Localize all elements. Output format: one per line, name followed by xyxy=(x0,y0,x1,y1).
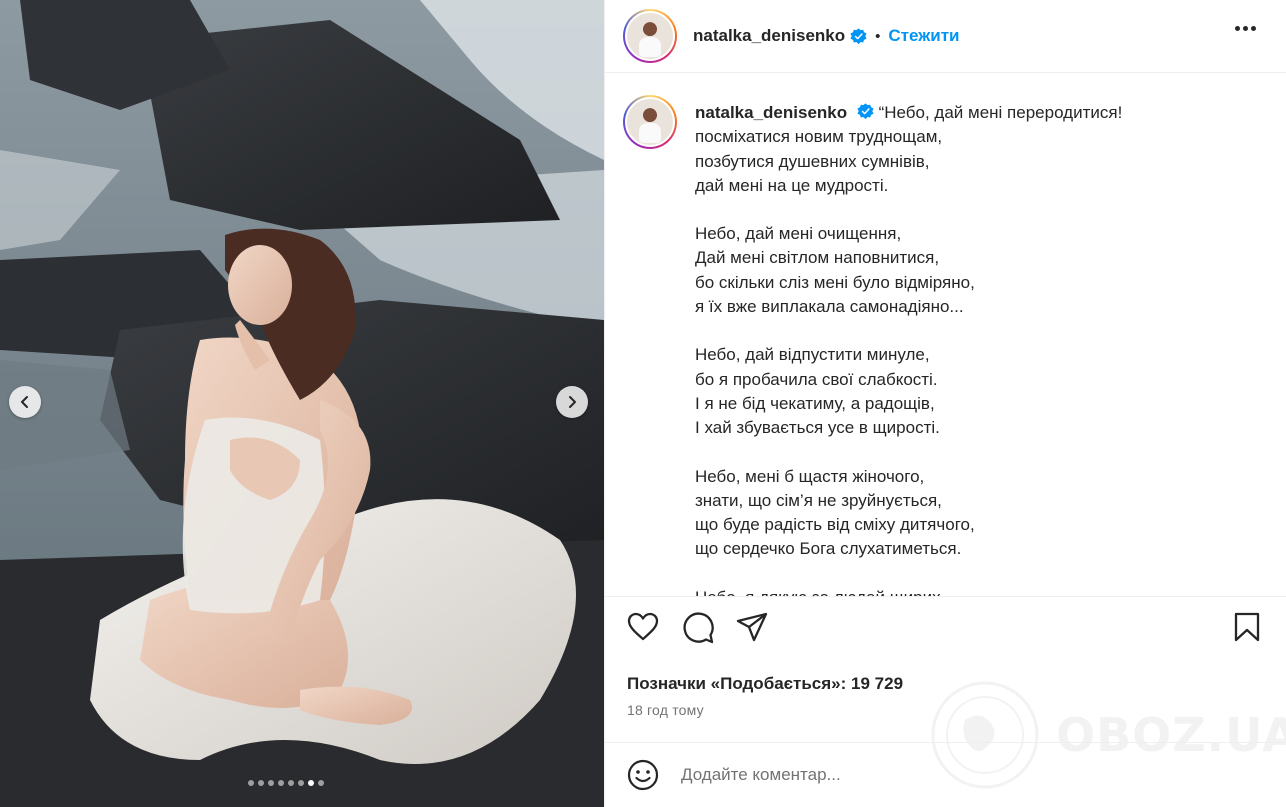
follow-button[interactable]: Стежити xyxy=(888,26,959,46)
heart-icon[interactable] xyxy=(627,612,659,642)
emoji-icon[interactable] xyxy=(627,759,659,791)
carousel-prev-button[interactable] xyxy=(9,386,41,418)
likes-count[interactable]: Позначки «Подобається»: 19 729 xyxy=(627,674,903,694)
comment-input[interactable] xyxy=(681,765,1101,785)
carousel-dot xyxy=(268,780,274,786)
caption-line: бо я пробачила свої слабкості. xyxy=(695,369,938,389)
caption-line: знати, що сім’я не зруйнується, xyxy=(695,490,942,510)
caption-line: посміхатися новим труднощам, xyxy=(695,127,943,147)
caption-first-line: “Небо, дай мені переродитися! xyxy=(878,103,1123,122)
header-separator: • xyxy=(875,27,881,45)
caption-stanza: natalka_denisenko “Небо, дай мені переро… xyxy=(695,101,1255,198)
caption-stanza: Небо, дай мені очищення, Дай мені світло… xyxy=(695,222,1255,319)
caption-avatar[interactable] xyxy=(623,95,677,149)
caption-line: І я не бід чекатиму, а радощів, xyxy=(695,393,935,413)
caption-area: natalka_denisenko “Небо, дай мені переро… xyxy=(605,74,1286,597)
comment-bar xyxy=(605,742,1286,807)
caption-line: бо скільки сліз мені було відміряно, xyxy=(695,272,975,292)
caption-line: Небо, дай відпустити минуле, xyxy=(695,345,930,365)
caption-line: Небо, я дякую за людей щирих xyxy=(695,586,1255,596)
carousel-dot xyxy=(288,780,294,786)
post-side-panel: natalka_denisenko • Стежити natalka_deni… xyxy=(604,0,1286,807)
caption-line: дай мені на це мудрості. xyxy=(695,175,889,195)
caption-line: І хай збувається усе в щирості. xyxy=(695,418,940,438)
verified-badge-icon xyxy=(857,103,874,120)
carousel-dot xyxy=(298,780,304,786)
comment-icon[interactable] xyxy=(682,612,714,644)
carousel-indicator xyxy=(248,780,324,786)
verified-badge-icon xyxy=(850,27,867,44)
caption-line: позбутися душевних сумнівів, xyxy=(695,151,930,171)
caption-stanza: Небо, дай відпустити минуле, бо я пробач… xyxy=(695,343,1255,440)
carousel-dot xyxy=(278,780,284,786)
carousel-dot xyxy=(248,780,254,786)
chevron-right-icon xyxy=(569,396,576,408)
caption-line: Небо, дай мені очищення, xyxy=(695,224,902,244)
more-options-icon[interactable] xyxy=(1235,26,1256,31)
carousel-next-button[interactable] xyxy=(556,386,588,418)
caption-text: natalka_denisenko “Небо, дай мені переро… xyxy=(695,101,1255,596)
caption-line: Небо, мені б щастя жіночого, xyxy=(695,466,925,486)
post-photo[interactable] xyxy=(0,0,604,807)
caption-username[interactable]: natalka_denisenko xyxy=(695,103,847,122)
send-icon[interactable] xyxy=(736,612,768,642)
caption-line: я їх вже виплакала самонадіяно... xyxy=(695,297,964,317)
post-header: natalka_denisenko • Стежити xyxy=(605,0,1286,73)
avatar[interactable] xyxy=(623,9,677,63)
action-bar xyxy=(627,612,1267,652)
caption-stanza: Небо, я дякую за людей щирих xyxy=(695,586,1255,596)
bookmark-icon[interactable] xyxy=(1234,612,1260,642)
post-timestamp[interactable]: 18 год тому xyxy=(627,702,704,718)
carousel-dot xyxy=(258,780,264,786)
caption-stanza: Небо, мені б щастя жіночого, знати, що с… xyxy=(695,465,1255,562)
carousel-dot xyxy=(318,780,324,786)
caption-line: що буде радість від сміху дитячого, xyxy=(695,515,975,535)
caption-line: Дай мені світлом наповнитися, xyxy=(695,248,940,268)
photo-scene xyxy=(0,0,604,807)
chevron-left-icon xyxy=(21,396,28,408)
carousel-dot xyxy=(308,780,314,786)
caption-line: що сердечко Бога слухатиметься. xyxy=(695,539,962,559)
header-username[interactable]: natalka_denisenko xyxy=(693,26,845,46)
